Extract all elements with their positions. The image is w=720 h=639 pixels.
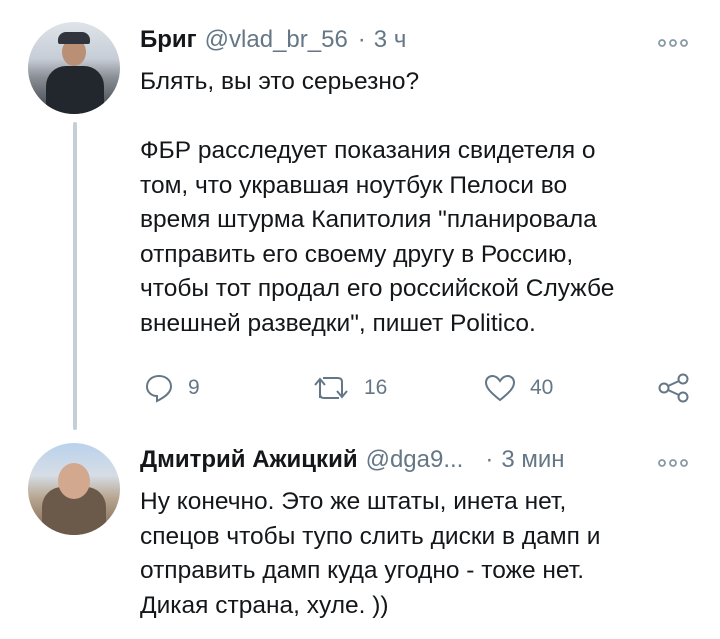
avatar-figure [46,66,104,114]
tweet-line: отправить его своему другу в Россию, [140,240,574,268]
share-icon [658,373,689,403]
user-name[interactable]: Дмитрий Ажицкий [140,446,358,474]
tweet-line: Блять, вы это серьезно? [140,68,420,95]
user-name[interactable]: Бриг [140,26,197,54]
share-button[interactable] [658,368,690,408]
avatar-cap [58,32,90,44]
avatar[interactable] [28,22,120,114]
tweet-line: Дикая страна, хуле. )) [140,591,389,619]
like-button[interactable]: 40 [484,368,553,408]
tweet-line: внешней разведки", пишет Politico. [140,309,536,337]
more-icon[interactable] [658,28,688,54]
separator: · [357,26,366,53]
reply-icon [145,374,173,403]
timestamp[interactable]: 3 мин [501,446,564,474]
tweet-line: Ну конечно. Это же штаты, инета нет, [140,488,567,515]
tweet-text: Ну конечно. Это же штаты, инета нет, спе… [140,485,700,623]
reply-count: 9 [188,376,200,399]
tweet-header: Бриг @vlad_br_56 · 3 ч [140,26,406,60]
avatar-head [58,463,90,499]
tweet-line: ФБР расследует показания свидетеля о [140,137,596,164]
tweet-text: Блять, вы это серьезно? ФБР расследует п… [140,65,700,341]
avatar[interactable] [28,443,120,535]
tweet-line: отправить дамп куда угодно - тоже нет. [140,557,585,584]
tweet-1[interactable]: Бриг @vlad_br_56 · 3 ч Блять, вы это сер… [0,0,720,430]
like-count: 40 [530,376,554,399]
tweet-line: спецов чтобы тупо слить диски в дамп и [140,522,601,550]
retweet-icon [314,377,348,399]
timestamp[interactable]: 3 ч [374,26,407,54]
user-handle[interactable]: @vlad_br_56 [205,26,348,54]
tweet-line: время штурма Капитолия "планировала [140,206,597,233]
tweet-line: том, что укравшая ноутбук Пелоси во [140,171,568,199]
reply-button[interactable]: 9 [144,368,200,408]
user-handle[interactable]: @dga9... [366,446,464,474]
separator: · [485,446,494,473]
tweet-line: чтобы тот продал его российской Службе [140,275,615,302]
tweet-actions: 9 16 40 [140,368,700,408]
retweet-button[interactable]: 16 [312,368,387,408]
tweet-header: Дмитрий Ажицкий @dga9... · 3 мин [140,446,565,480]
heart-icon [484,374,516,402]
retweet-count: 16 [364,376,388,399]
thread-line [73,122,77,430]
more-icon[interactable] [658,448,688,474]
